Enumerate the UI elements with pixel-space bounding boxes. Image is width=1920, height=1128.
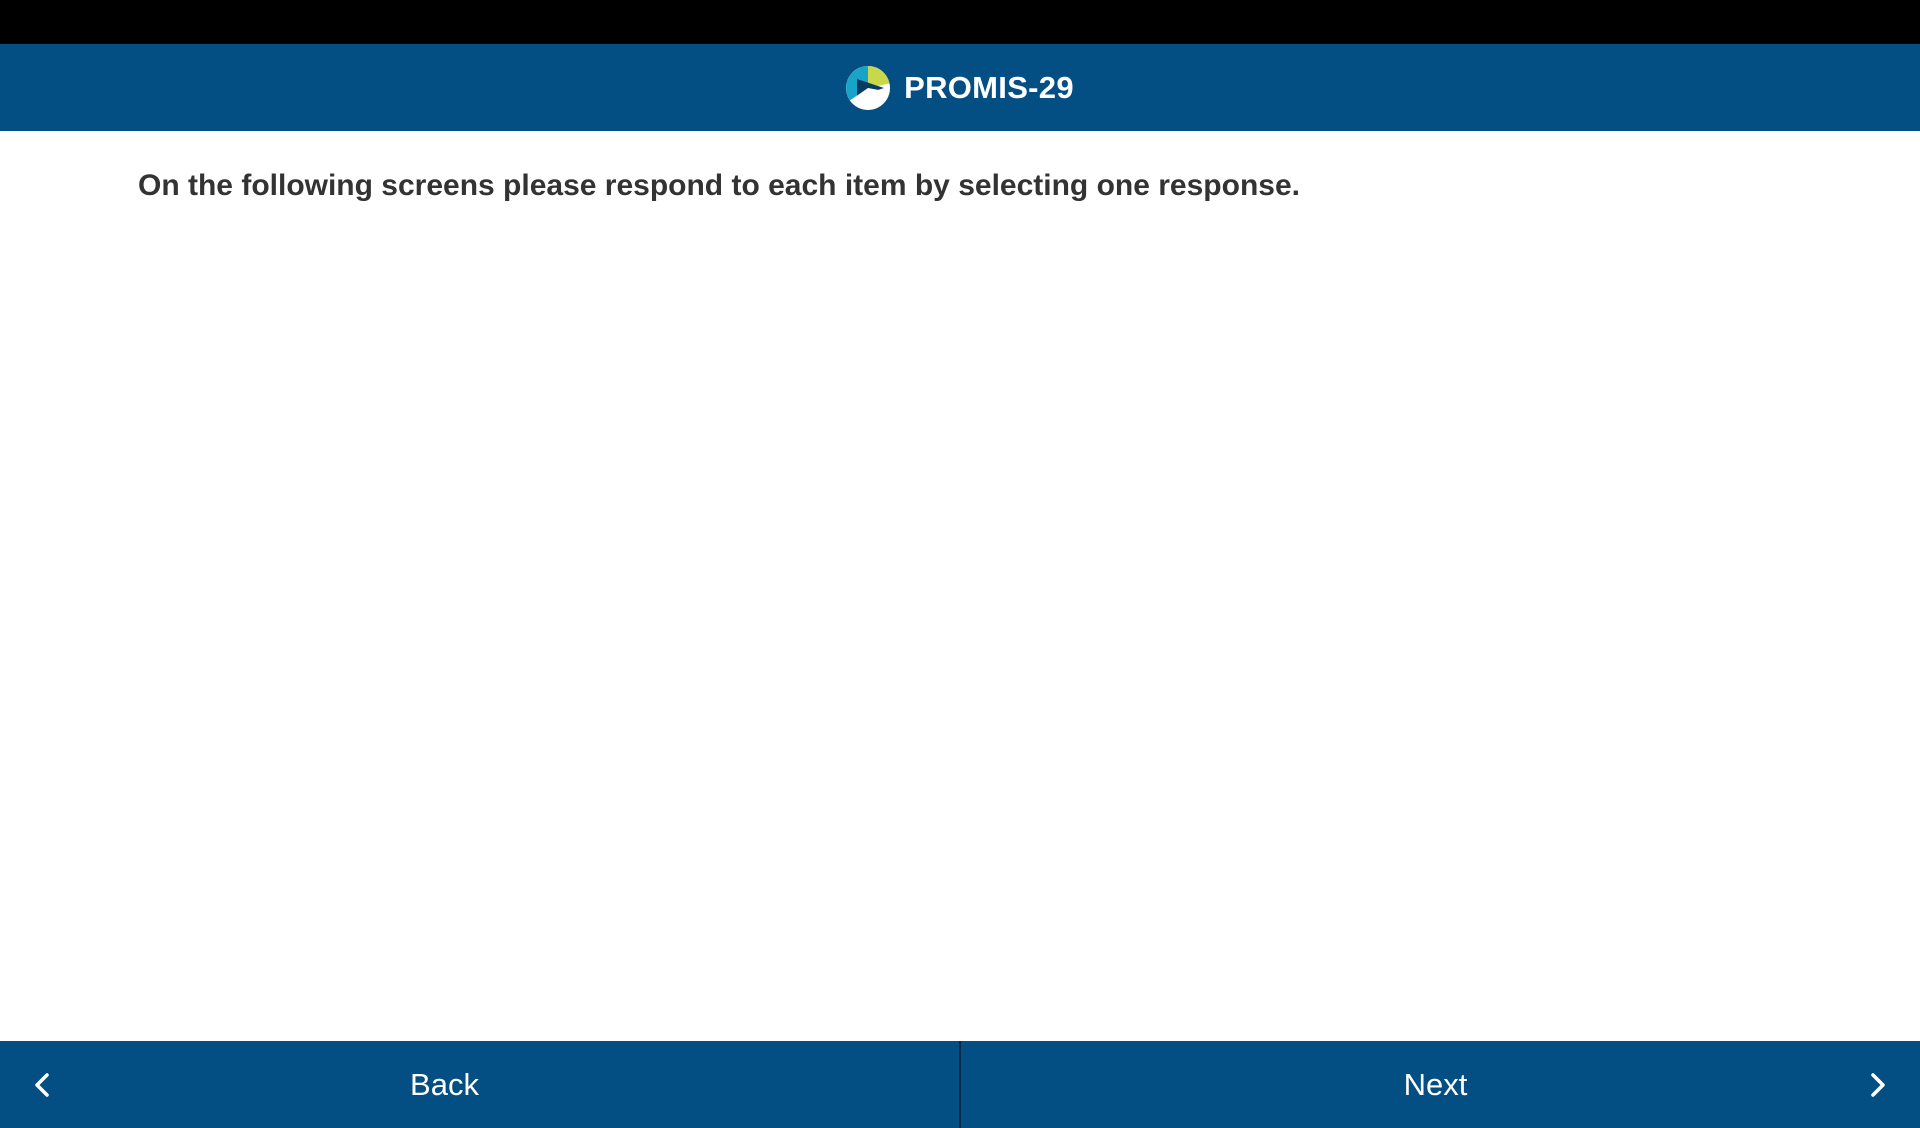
chevron-right-icon: [1871, 1072, 1885, 1097]
promis-logo-icon: [846, 65, 891, 110]
back-button[interactable]: Back: [0, 1041, 961, 1128]
chevron-left-icon: [35, 1072, 49, 1097]
instruction-text: On the following screens please respond …: [138, 169, 1300, 202]
back-button-label: Back: [410, 1066, 479, 1102]
app-header: PROMIS-29: [0, 44, 1920, 131]
footer-nav: Back Next: [0, 1041, 1920, 1128]
status-bar: [0, 0, 1920, 44]
main-content: On the following screens please respond …: [0, 131, 1920, 1041]
header-brand: PROMIS-29: [846, 65, 1074, 110]
next-button-label: Next: [1403, 1066, 1468, 1102]
app-title: PROMIS-29: [904, 69, 1074, 105]
next-button[interactable]: Next: [961, 1041, 1920, 1128]
